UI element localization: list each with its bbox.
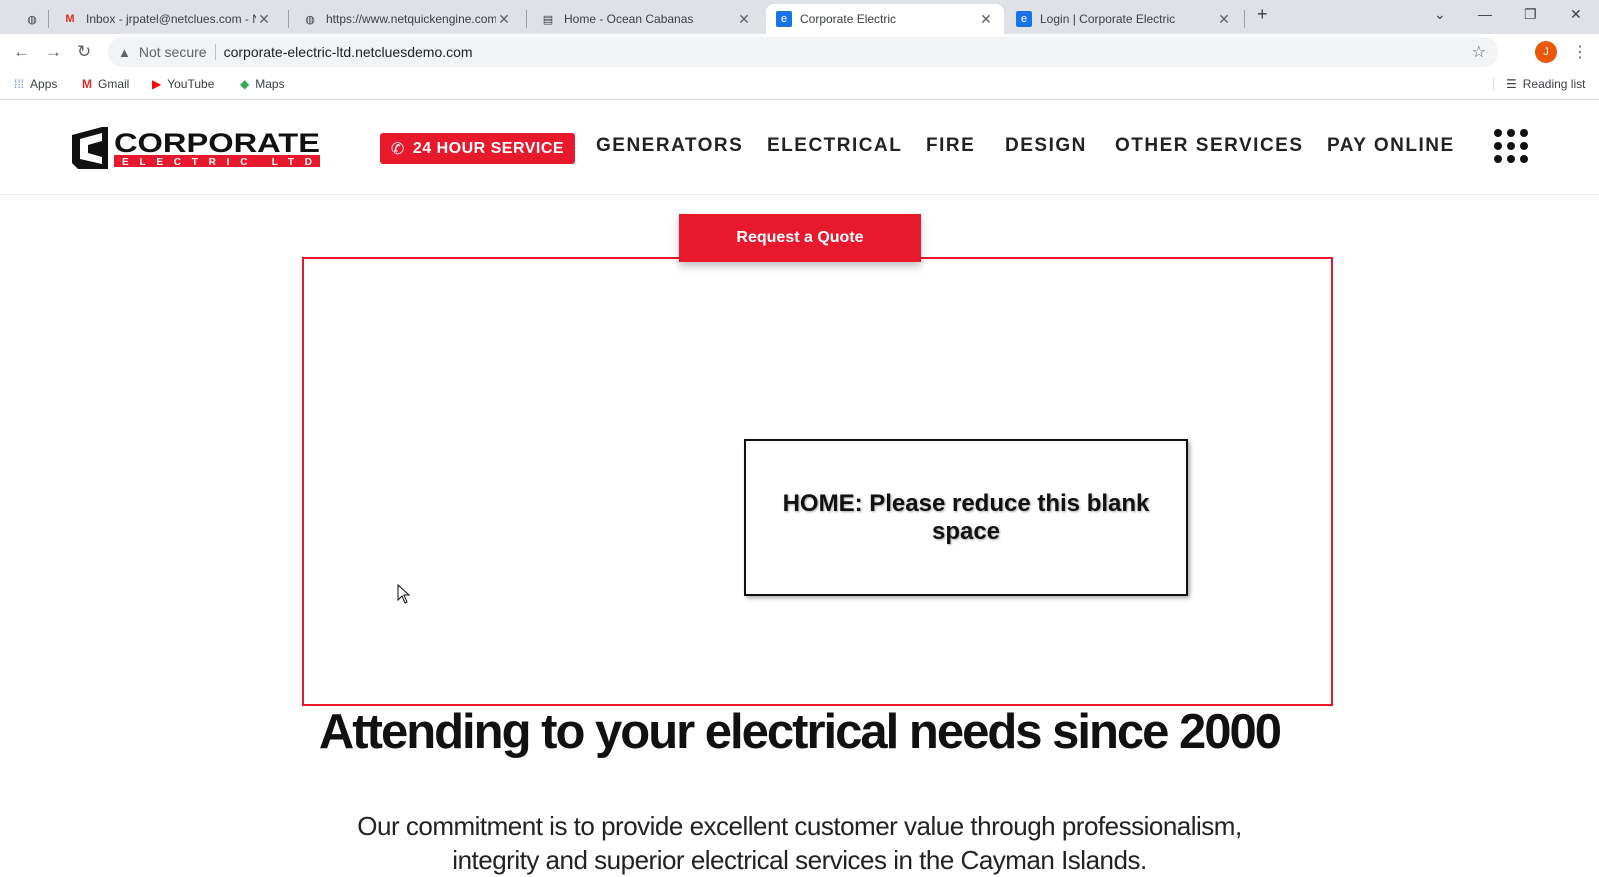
tab-gmail[interactable]: M Inbox - jrpatel@netclues.com - N ✕ [52,4,282,34]
globe-icon: ◍ [27,13,37,26]
grid-menu-icon[interactable] [1494,129,1532,167]
tab-netquickengine[interactable]: ◍ https://www.netquickengine.com ✕ [292,4,522,34]
close-window-icon[interactable]: ✕ [1570,6,1582,23]
close-icon[interactable]: ✕ [978,11,994,28]
gmail-icon: M [65,13,75,25]
nav-fire[interactable]: FIRE [926,135,975,157]
tab-search-icon[interactable]: ⌄ [1434,6,1446,23]
back-icon[interactable]: ← [13,42,30,62]
profile-avatar[interactable]: J [1535,41,1557,63]
tab-pinned[interactable]: ◍ [14,4,44,34]
annotation-note: HOME: Please reduce this blank space [744,439,1188,596]
tab-ocean-cabanas[interactable]: ▤ Home - Ocean Cabanas ✕ [530,4,762,34]
address-bar[interactable]: ▲ Not secure corporate-electric-ltd.netc… [108,37,1498,67]
bookmark-star-icon[interactable]: ☆ [1472,42,1486,62]
close-icon[interactable]: ✕ [256,11,272,28]
close-icon[interactable]: ✕ [496,11,512,28]
menu-kebab-icon[interactable]: ⋮ [1572,42,1588,62]
nav-other-services[interactable]: OTHER SERVICES [1115,135,1304,157]
nav-pay-online[interactable]: PAY ONLINE [1327,135,1455,157]
phone-icon: ✆ [390,140,405,158]
page-icon: ▤ [542,13,554,26]
mouse-cursor-icon [397,584,411,604]
browser-tab-strip: ◍ M Inbox - jrpatel@netclues.com - N ✕ ◍… [0,0,1599,34]
tab-corporate-electric[interactable]: e Corporate Electric ✕ [766,4,1004,34]
corporate-electric-logo[interactable]: CORPORATE ELECTRIC LTD [72,127,322,169]
globe-icon: ◍ [305,13,315,26]
tab-login-corporate-electric[interactable]: e Login | Corporate Electric ✕ [1006,4,1242,34]
bookmark-youtube[interactable]: ▶ YouTube [152,77,214,91]
request-quote-button[interactable]: Request a Quote [679,214,921,262]
nav-generators[interactable]: GENERATORS [596,135,743,157]
svg-text:CORPORATE: CORPORATE [114,128,320,158]
24-hour-service-button[interactable]: ✆ 24 HOUR SERVICE [380,133,575,164]
warning-icon: ▲ [118,44,131,60]
corporate-electric-icon: e [776,11,792,27]
browser-toolbar: ← → ↻ ▲ Not secure corporate-electric-lt… [0,34,1599,70]
nav-electrical[interactable]: ELECTRICAL [767,135,902,157]
bookmarks-bar: ⁞⁞⁞ Apps M Gmail ▶ YouTube ◆ Maps ☰ Read… [0,70,1599,100]
maps-icon: ◆ [240,77,250,91]
bookmark-apps[interactable]: ⁞⁞⁞ Apps [14,77,57,91]
site-header: CORPORATE ELECTRIC LTD ✆ 24 HOUR SERVICE… [0,101,1599,195]
reading-list-icon: ☰ [1506,77,1517,91]
reload-icon[interactable]: ↻ [77,42,91,62]
url-text[interactable]: corporate-electric-ltd.netcluesdemo.com [224,44,473,60]
page-headline: Attending to your electrical needs since… [318,705,1282,759]
bookmark-gmail[interactable]: M Gmail [82,77,129,91]
close-icon[interactable]: ✕ [1216,11,1232,28]
reading-list[interactable]: ☰ Reading list [1493,77,1585,91]
forward-icon[interactable]: → [45,42,62,62]
bookmark-maps[interactable]: ◆ Maps [240,77,285,91]
new-tab-button[interactable]: + [1257,4,1268,25]
youtube-icon: ▶ [152,77,162,91]
gmail-icon: M [82,77,92,91]
page-subtext: Our commitment is to provide excellent c… [357,811,1242,875]
restore-icon[interactable]: ❐ [1524,6,1537,23]
corporate-electric-icon: e [1016,11,1032,27]
nav-design[interactable]: DESIGN [1005,135,1087,157]
minimize-icon[interactable]: — [1478,6,1492,22]
apps-grid-icon: ⁞⁞⁞ [14,77,25,91]
close-icon[interactable]: ✕ [736,11,752,28]
